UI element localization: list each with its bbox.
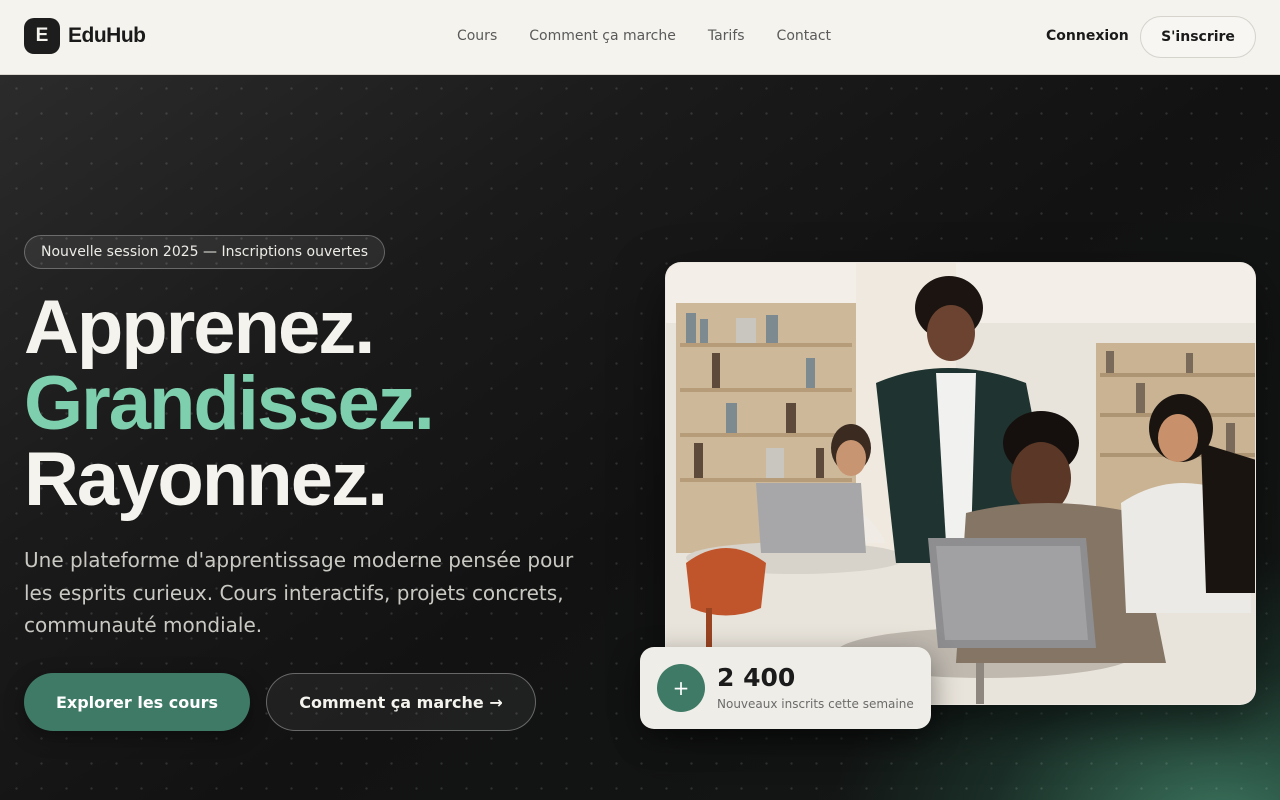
enrollment-label: Nouveaux inscrits cette semaine bbox=[717, 697, 914, 711]
classroom-photo bbox=[665, 262, 1256, 705]
top-navbar: E EduHub Cours Comment ça marche Tarifs … bbox=[0, 0, 1280, 75]
signup-button[interactable]: S'inscrire bbox=[1140, 16, 1256, 58]
nav-link-how-it-works[interactable]: Comment ça marche bbox=[529, 26, 676, 46]
login-link[interactable]: Connexion bbox=[1046, 26, 1129, 46]
session-badge: Nouvelle session 2025 — Inscriptions ouv… bbox=[24, 235, 386, 269]
headline-line-3: Rayonnez. bbox=[24, 437, 388, 522]
plus-icon: + bbox=[657, 664, 705, 712]
headline-line-1: Apprenez. bbox=[24, 285, 375, 370]
headline-line-2: Grandissez. bbox=[24, 361, 435, 446]
explore-courses-button[interactable]: Explorer les cours bbox=[24, 673, 250, 731]
hero-section: Nouvelle session 2025 — Inscriptions ouv… bbox=[0, 75, 1280, 800]
how-it-works-button[interactable]: Comment ça marche → bbox=[266, 673, 536, 731]
hero-headline: Apprenez. Grandissez. Rayonnez. bbox=[24, 285, 435, 522]
nav-link-cours[interactable]: Cours bbox=[457, 26, 497, 46]
nav-link-contact[interactable]: Contact bbox=[777, 26, 831, 46]
hero-subtitle: Une plateforme d'apprentissage moderne p… bbox=[24, 548, 574, 637]
nav-link-tarifs[interactable]: Tarifs bbox=[708, 26, 745, 46]
enrollment-count: 2 400 bbox=[717, 663, 796, 692]
enrollment-stats-card: + 2 400 Nouveaux inscrits cette semaine bbox=[640, 647, 931, 729]
